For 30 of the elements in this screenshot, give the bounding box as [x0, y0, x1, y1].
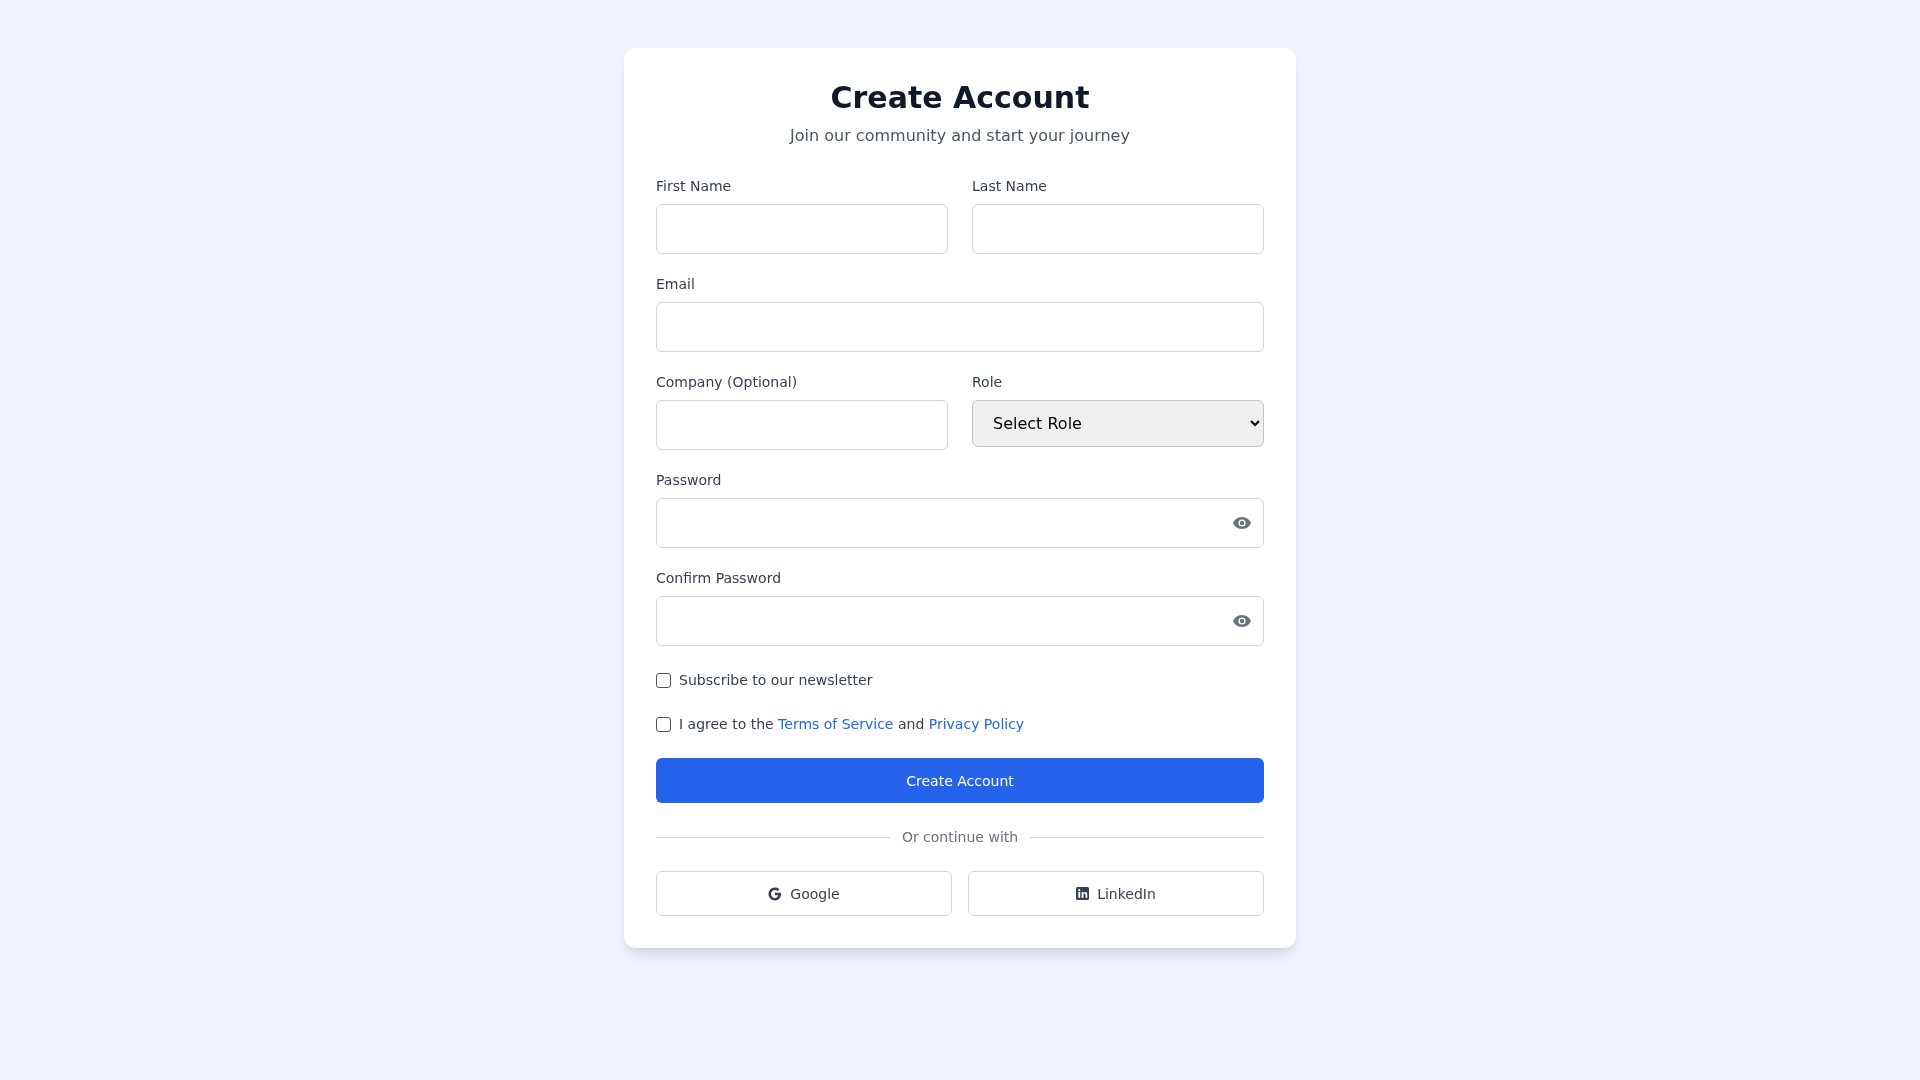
policy-link[interactable]: Privacy Policy	[928, 716, 1025, 732]
field-label: Email	[656, 275, 696, 294]
field-label: Company (Optional)	[656, 373, 799, 392]
input-field[interactable]	[656, 400, 948, 450]
role-select[interactable]: Select Role	[972, 400, 1264, 447]
eye-icon[interactable]	[1232, 614, 1252, 628]
checkbox-label: I agree to the Terms of Service and Privacy Policy	[679, 715, 1025, 734]
policy-link[interactable]: Terms of Service	[778, 716, 894, 732]
eye-icon[interactable]	[1232, 516, 1252, 530]
password-field[interactable]	[656, 498, 1264, 548]
social-login-button[interactable]: Google	[656, 871, 952, 916]
checkbox-label: Subscribe to our newsletter	[679, 671, 873, 690]
checkbox[interactable]	[656, 716, 671, 732]
g-logo-icon	[768, 886, 783, 901]
input-field[interactable]	[656, 302, 1264, 352]
create-account-button[interactable]: Create Account	[656, 758, 1264, 803]
input-field[interactable]	[972, 204, 1264, 254]
divider-label: Or continue with	[900, 828, 1020, 847]
linkedin-logo-icon	[1076, 887, 1090, 900]
form-subtitle: Join our community and start your journey	[790, 125, 1130, 147]
input-field[interactable]	[656, 204, 948, 254]
field-label: Role	[972, 373, 1004, 392]
password-field[interactable]	[656, 596, 1264, 646]
field-label: Confirm Password	[656, 569, 783, 588]
checkbox[interactable]	[656, 672, 671, 688]
field-label: First Name	[656, 177, 733, 196]
field-label: Password	[656, 471, 723, 490]
social-login-button[interactable]: LinkedIn	[968, 871, 1264, 916]
field-label: Last Name	[972, 177, 1048, 196]
form-title: Create Account	[830, 80, 1090, 116]
